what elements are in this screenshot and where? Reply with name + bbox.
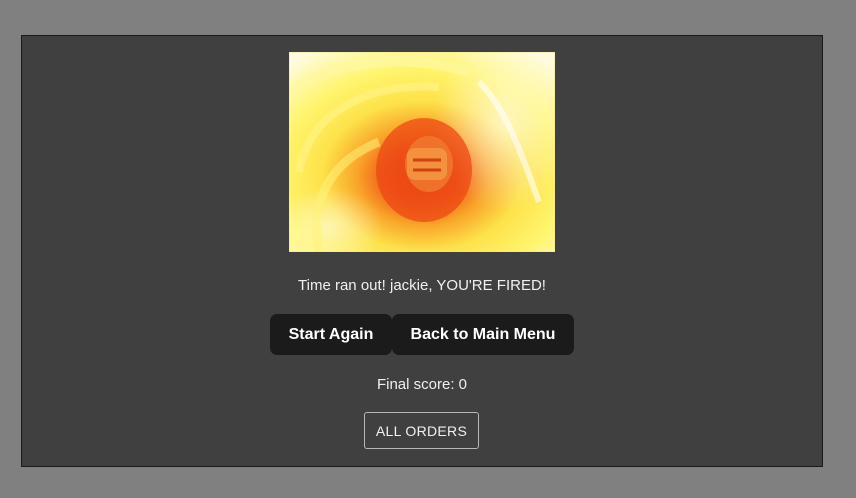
final-score: Final score: 0 [376,376,468,393]
game-over-message: Time ran out! jackie, YOU'RE FIRED! [298,277,546,294]
game-over-panel: Time ran out! jackie, YOU'RE FIRED! Star… [21,35,823,467]
main-menu-button[interactable]: Back to Main Menu [392,314,574,355]
all-orders-button[interactable]: ALL ORDERS [364,412,479,449]
fire-explosion-image [289,52,555,252]
start-again-button[interactable]: Start Again [270,314,392,355]
